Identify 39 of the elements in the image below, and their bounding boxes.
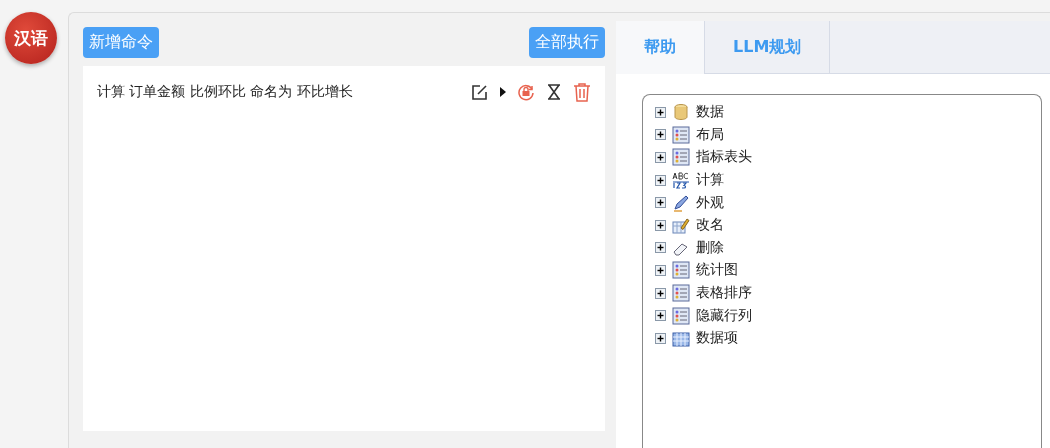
table-pencil-icon [672,216,690,235]
edit-icon[interactable] [471,83,489,101]
database-icon [672,103,690,122]
expand-icon[interactable] [655,129,666,141]
list-icon [672,306,690,325]
tree-item[interactable]: 外观 [696,193,724,212]
expand-icon[interactable] [655,264,666,276]
tree-item[interactable]: 表格排序 [696,284,752,303]
pen-icon [672,193,690,212]
expand-icon[interactable] [655,242,666,254]
expand-icon[interactable] [655,219,666,231]
tree-item[interactable]: 数据项 [696,329,738,348]
list-icon [672,284,690,303]
tree-item[interactable]: 改名 [696,216,724,235]
play-icon[interactable] [499,87,507,97]
tree-item[interactable]: 数据 [696,103,724,122]
command-text: 计算 订单金额 比例环比 命名为 环比增长 [97,83,353,101]
tree-item[interactable]: 删除 [696,238,724,257]
expand-icon[interactable] [655,310,666,322]
hourglass-icon[interactable] [545,83,563,101]
expand-icon[interactable] [655,332,666,344]
lock-rotate-icon[interactable] [517,83,535,101]
expand-icon[interactable] [655,152,666,163]
expand-icon[interactable] [655,106,666,118]
trash-icon[interactable] [573,82,591,102]
expand-icon[interactable] [655,174,666,186]
list-icon [672,148,690,167]
list-icon [672,261,690,280]
abc-123-icon [672,171,690,190]
grid-icon [672,329,690,348]
expand-icon[interactable] [655,197,666,209]
expand-icon[interactable] [655,287,666,299]
tree-item[interactable]: 布局 [696,125,724,144]
list-icon [672,125,690,144]
tree-item[interactable]: 统计图 [696,261,738,280]
tree-item[interactable]: 指标表头 [696,148,752,167]
tree-item[interactable]: 隐藏行列 [696,306,752,325]
language-badge[interactable]: 汉语 [5,12,57,64]
tree-item[interactable]: 计算 [696,171,724,190]
